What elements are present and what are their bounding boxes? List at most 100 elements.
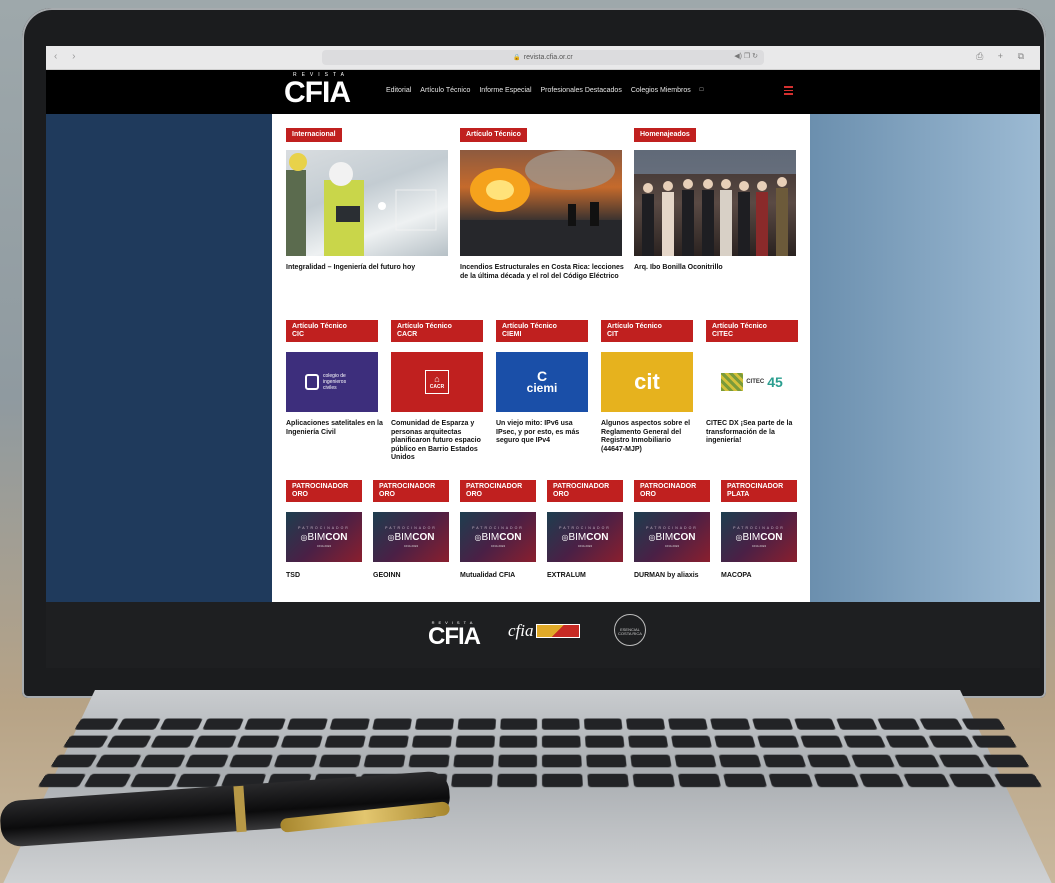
featured-title-1[interactable]: Incendios Estructurales en Costa Rica: l… [460,264,626,281]
con-text: CON [499,532,522,543]
sponsor-banner-bimcon[interactable]: PATROCINADOR ◎BIMCON CFIA 2024 [286,512,362,562]
browser-actions-icon[interactable]: ⎙ + ⧉ [976,51,1030,62]
tag-articulo-tecnico-citec[interactable]: Artículo Técnico CITEC [706,320,798,342]
tag-line: Artículo Técnico [607,323,662,330]
tag-sponsor-4[interactable]: PATROCINADOR ORO [634,480,710,502]
menu-item-articulo-tecnico[interactable]: Artículo Técnico [420,87,470,94]
sponsor-banner-bimcon[interactable]: PATROCINADOR ◎BIMCON CFIA 2024 [460,512,536,562]
keyboard-key [129,773,177,787]
technical-title-2[interactable]: Un viejo mito: IPv6 usa IPsec, y por est… [496,420,594,446]
keyboard-key [762,754,806,767]
url-text: revista.cfia.or.cr [523,54,573,61]
keyboard-key [842,735,887,748]
site-header: REVISTA CFIA Editorial Artículo Técnico … [46,70,1040,114]
sponsor-name-2[interactable]: Mutualidad CFIA [460,572,538,581]
back-forward-icon[interactable]: ‹ › [54,51,81,62]
tag-articulo-tecnico[interactable]: Artículo Técnico [460,128,527,142]
keyboard-key [106,735,152,748]
keyboard-key [718,754,762,767]
logo-card-citec[interactable]: CITEC 45 [706,352,798,412]
keyboard-key [993,773,1043,787]
keyboard-key [671,735,712,748]
content-area: Internacional Integralidad – Ingeniería … [272,114,810,602]
menu-item-editorial[interactable]: Editorial [386,87,411,94]
logo-card-cic[interactable]: colegio de ingenieros civiles [286,352,378,412]
bim-text: BIM [394,532,413,543]
sponsor-banner-bimcon[interactable]: PATROCINADOR ◎BIMCON CFIA 2024 [547,512,623,562]
logo-card-cacr[interactable]: ⌂ CACR [391,352,483,412]
cic-hex-icon [305,374,319,390]
sponsor-name-5[interactable]: MACOPA [721,572,799,581]
tag-line: CIT [607,331,619,338]
keyboard-key [542,735,582,748]
tag-sponsor-3[interactable]: PATROCINADOR ORO [547,480,623,502]
tag-sponsor-2[interactable]: PATROCINADOR ORO [460,480,536,502]
banner-top-text: PATROCINADOR [733,526,785,530]
tag-articulo-tecnico-cit[interactable]: Artículo Técnico CIT [601,320,693,342]
tag-line: Artículo Técnico [712,323,767,330]
ciemi-logo-text: ciemi [526,381,558,395]
hamburger-menu-icon[interactable] [784,86,793,97]
logo-card-cit[interactable]: cit [601,352,693,412]
technical-title-3[interactable]: Algunos aspectos sobre el Reglamento Gen… [601,420,693,454]
tag-line: Artículo Técnico [397,323,452,330]
fire-illustration [460,150,622,256]
address-bar[interactable]: 🔒 revista.cfia.or.cr ◀) ❐ ↻ [322,50,764,65]
keyboard-key [903,773,951,787]
tag-articulo-tecnico-cic[interactable]: Artículo Técnico CIC [286,320,378,342]
keyboard-key [542,773,584,787]
tag-line: ORO [292,491,308,498]
sponsor-banner-bimcon[interactable]: PATROCINADOR ◎BIMCON CFIA 2024 [373,512,449,562]
tag-line: ORO [379,491,395,498]
menu-item-colegios-miembros[interactable]: Colegios Miembros [631,87,691,94]
site-logo[interactable]: REVISTA CFIA [284,72,358,112]
sponsor-name-0[interactable]: TSD [286,572,364,581]
tag-sponsor-1[interactable]: PATROCINADOR ORO [373,480,449,502]
tag-sponsor-5[interactable]: PATROCINADOR PLATA [721,480,797,502]
technical-title-1[interactable]: Comunidad de Esparza y personas arquitec… [391,420,489,463]
featured-title-0[interactable]: Integralidad – Ingeniería del futuro hoy [286,264,456,273]
menu-item-profesionales-destacados[interactable]: Profesionales Destacados [541,87,622,94]
sponsor-banner-bimcon[interactable]: PATROCINADOR ◎BIMCON CFIA 2024 [721,512,797,562]
keyboard-key [668,718,708,730]
con-text: CON [760,532,783,543]
banner-sub-text: CFIA 2024 [577,544,593,548]
footer-seal-esencial-costa-rica[interactable]: ESENCIAL COSTA RICA [614,614,646,646]
footer-logo-cfia[interactable]: cfia [508,618,590,644]
bim-text: BIM [655,532,674,543]
featured-title-2[interactable]: Arq. Ibo Bonilla Oconitrillo [634,264,804,273]
sponsor-name-1[interactable]: GEOINN [373,572,451,581]
url-right-icons[interactable]: ◀) ❐ ↻ [734,52,758,60]
sponsor-banner-bimcon[interactable]: PATROCINADOR ◎BIMCON CFIA 2024 [634,512,710,562]
site-footer: REVISTA CFIA cfia ESENCIAL COSTA RICA [46,602,1040,668]
keyboard-key [175,773,222,787]
keyboard-key [628,735,669,748]
tag-line: ORO [466,491,482,498]
featured-image-group[interactable] [634,150,796,256]
keyboard-key [37,773,87,787]
tag-line: PATROCINADOR [640,483,697,490]
tag-internacional[interactable]: Internacional [286,128,342,142]
tag-articulo-tecnico-ciemi[interactable]: Artículo Técnico CIEMI [496,320,588,342]
cfia-flag-icon [535,624,580,638]
logo-card-ciemi[interactable]: С ciemi [496,352,588,412]
keyboard-key [768,773,813,787]
keyboard-key [714,735,756,748]
featured-image-fire[interactable] [460,150,622,256]
tag-sponsor-0[interactable]: PATROCINADOR ORO [286,480,362,502]
technical-title-0[interactable]: Aplicaciones satelitales en la Ingenierí… [286,420,384,437]
bimcon-logo: ◎BIMCON [475,532,522,544]
featured-image-engineers[interactable] [286,150,448,256]
sponsor-name-3[interactable]: EXTRALUM [547,572,625,581]
technical-title-4[interactable]: CITEC DX ¡Sea parte de la transformación… [706,420,802,446]
tag-articulo-tecnico-cacr[interactable]: Artículo Técnico CACR [391,320,483,342]
screen: ‹ › 🔒 revista.cfia.or.cr ◀) ❐ ↻ ⎙ + ⧉ RE… [46,46,1040,668]
footer-logo-revista-cfia[interactable]: REVISTA CFIA [428,620,481,649]
sponsor-name-4[interactable]: DURMAN by aliaxis [634,572,712,581]
menu-item-informe-especial[interactable]: Informe Especial [479,87,531,94]
tag-line: ORO [553,491,569,498]
keyboard-key [229,754,274,767]
page-background-left [46,114,272,602]
keyboard-key [497,754,538,767]
tag-homenajeados[interactable]: Homenajeados [634,128,696,142]
